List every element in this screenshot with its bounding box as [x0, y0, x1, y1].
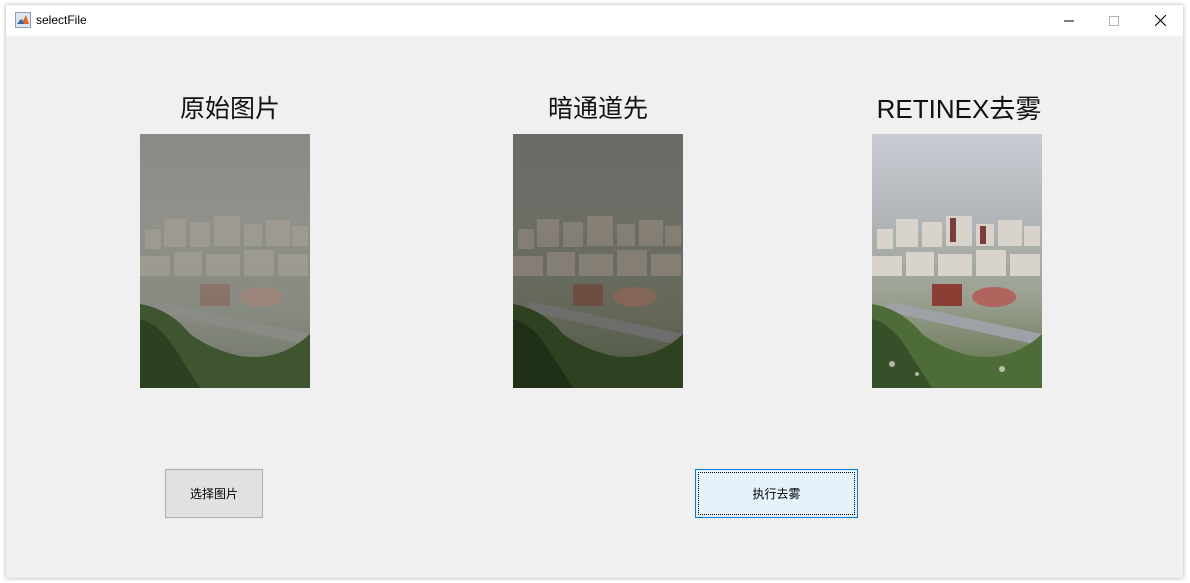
original-image-label: 原始图片 [179, 94, 280, 123]
close-icon [1154, 15, 1166, 26]
matlab-icon [15, 12, 31, 28]
retinex-label: RETINEX去雾 [876, 94, 1042, 124]
minimize-icon [1064, 20, 1074, 21]
select-image-button[interactable]: 选择图片 [165, 469, 263, 518]
minimize-button[interactable] [1046, 5, 1092, 36]
dark-channel-label: 暗通道先 [547, 94, 648, 123]
original-image [140, 134, 310, 388]
title-bar[interactable]: selectFile [6, 5, 1183, 36]
app-window: selectFile 原始图片 暗通道先 RETINEX去雾 选择图片 执行去雾 [6, 5, 1183, 578]
maximize-button[interactable] [1091, 5, 1137, 36]
run-dehaze-button[interactable]: 执行去雾 [695, 469, 858, 518]
close-button[interactable] [1137, 5, 1183, 36]
retinex-image [872, 134, 1042, 388]
maximize-icon [1109, 15, 1119, 26]
dark-channel-image [513, 134, 683, 388]
window-title: selectFile [36, 13, 87, 27]
